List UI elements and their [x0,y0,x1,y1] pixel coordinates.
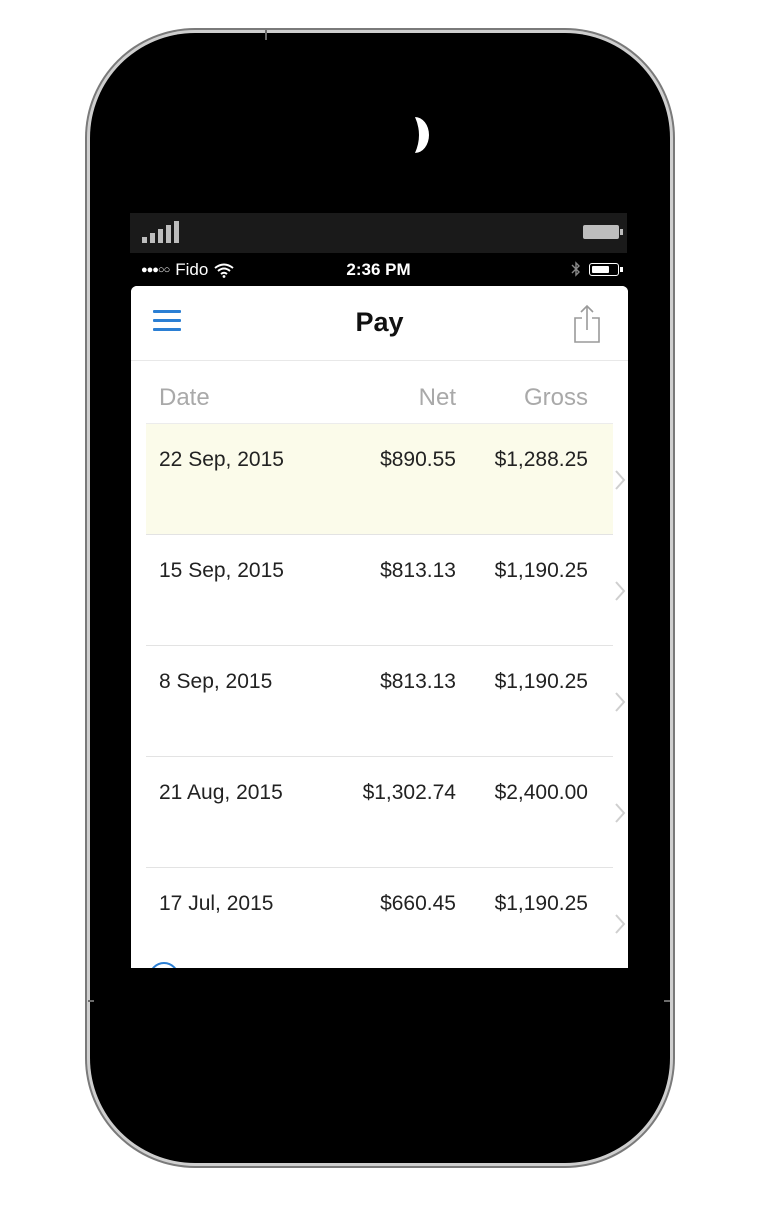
chevron-right-icon [615,470,626,490]
row-gross: $1,190.25 [494,670,588,693]
row-gross: $2,400.00 [494,781,588,804]
row-net: $660.45 [380,892,456,915]
navigation-bar: Pay [131,286,628,361]
table-row[interactable]: 8 Sep, 2015 $813.13 $1,190.25 [146,646,626,757]
chevron-right-icon [615,914,626,934]
row-date: 17 Jul, 2015 [159,892,274,915]
phone-side-button [664,1000,670,1002]
chevron-right-icon [615,692,626,712]
status-right-icons [571,261,623,277]
battery-icon [583,225,623,239]
ios-status-bar: ●●●○○ Fido 2:36 PM [130,253,627,286]
status-time: 2:36 PM [346,260,411,279]
row-date: 8 Sep, 2015 [159,670,273,693]
app-screen: Pay Date Net Gross 22 Sep, 2015 $890.55 … [131,286,628,968]
battery-icon [589,262,623,276]
column-header-net: Net [418,384,456,411]
row-gross: $1,190.25 [494,892,588,915]
table-row[interactable]: 15 Sep, 2015 $813.13 $1,190.25 [146,535,626,646]
row-net: $813.13 [380,559,456,582]
chevron-right-icon [615,581,626,601]
table-row[interactable]: 17 Jul, 2015 $660.45 $1,190.25 [146,868,626,968]
row-date: 15 Sep, 2015 [159,559,284,582]
bluetooth-icon [571,261,580,277]
phone-side-button [88,1000,94,1002]
row-date: 21 Aug, 2015 [159,781,283,804]
row-net: $890.55 [380,448,456,471]
device-status-bar [130,213,627,253]
table-row[interactable]: 22 Sep, 2015 $890.55 $1,288.25 [146,424,626,535]
share-icon[interactable] [572,304,602,344]
page-title: Pay [355,307,404,337]
row-net: $813.13 [380,670,456,693]
table-header: Date Net Gross [146,361,613,424]
chevron-right-icon [615,803,626,823]
signal-strength-icon [142,219,179,243]
row-gross: $1,190.25 [494,559,588,582]
phone-top-notch-line [265,30,267,40]
column-header-gross: Gross [523,384,588,411]
table-row[interactable]: 21 Aug, 2015 $1,302.74 $2,400.00 [146,757,626,868]
row-gross: $1,288.25 [494,448,588,471]
row-date: 22 Sep, 2015 [159,448,284,471]
pay-table: Date Net Gross 22 Sep, 2015 $890.55 $1,2… [146,361,626,968]
front-camera-icon [415,117,429,153]
row-net: $1,302.74 [362,781,456,804]
column-header-date: Date [159,384,210,411]
